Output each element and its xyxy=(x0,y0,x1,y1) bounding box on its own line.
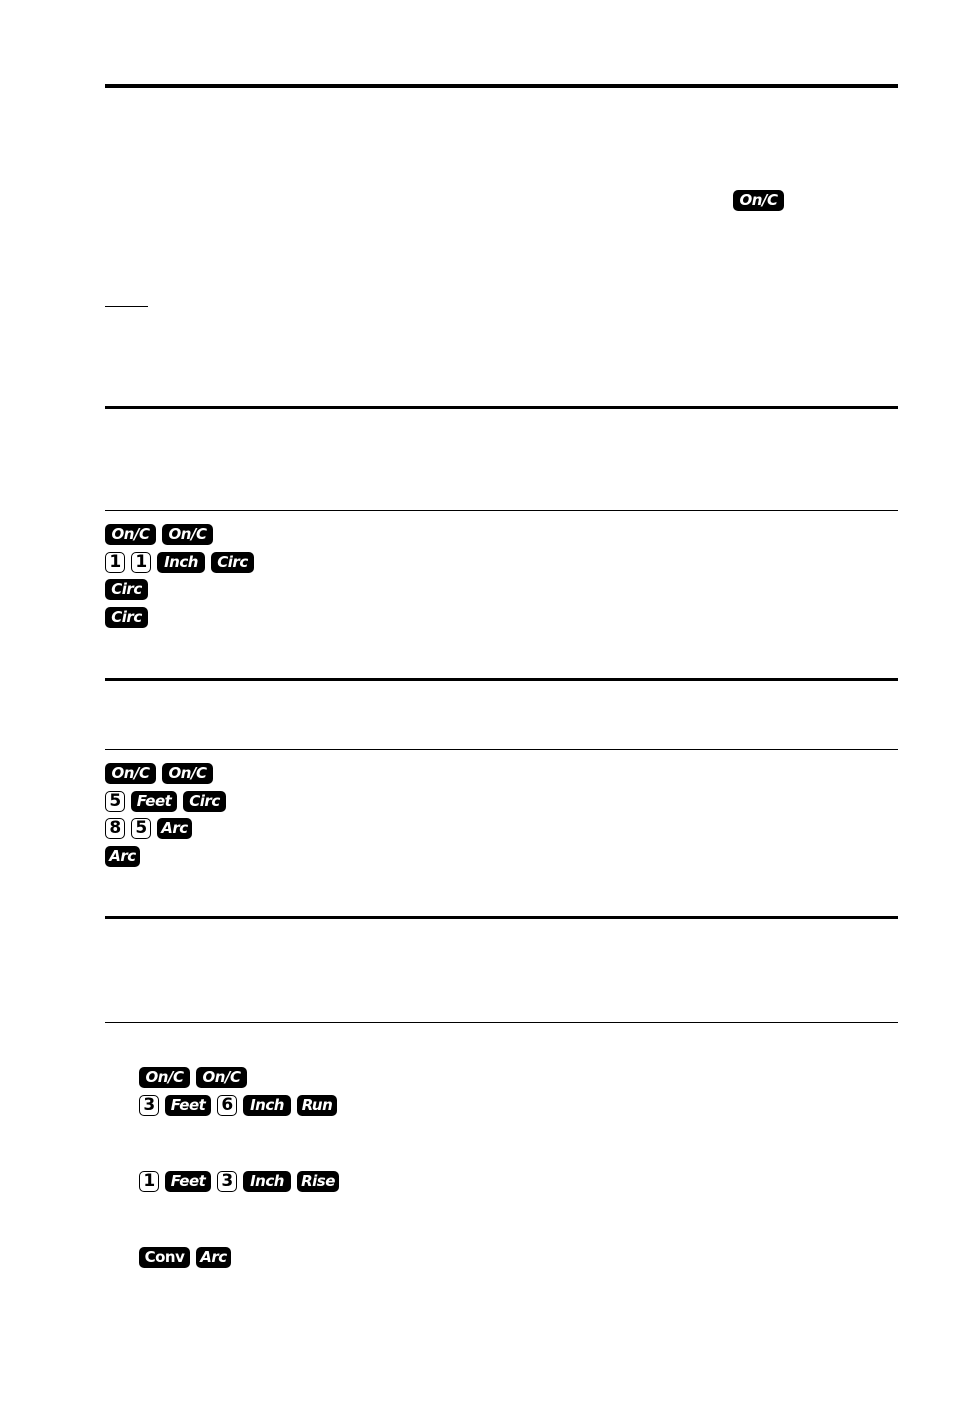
key-sequence-row: 5 Feet Circ xyxy=(105,790,226,812)
on-clear-key: On/C xyxy=(162,762,213,784)
digit-key: 3 xyxy=(139,1094,159,1116)
digit-key: 5 xyxy=(131,817,151,839)
key-sequence-row: 1 Feet 3 Inch Rise xyxy=(139,1170,339,1192)
circ-key: Circ xyxy=(183,790,226,812)
arc-key: Arc xyxy=(105,845,140,867)
circ-key: Circ xyxy=(105,578,148,600)
table-header-rule xyxy=(105,1022,898,1023)
feet-key: Feet xyxy=(131,790,177,812)
key-sequence-row: Arc xyxy=(105,845,140,867)
table-header-rule xyxy=(105,510,898,511)
digit-key: 8 xyxy=(105,817,125,839)
feet-key: Feet xyxy=(165,1170,211,1192)
key-sequence-row: 3 Feet 6 Inch Run xyxy=(139,1094,337,1116)
on-clear-key: On/C xyxy=(105,523,156,545)
header-rule xyxy=(105,84,898,88)
inch-key: Inch xyxy=(243,1094,291,1116)
section-rule xyxy=(105,916,898,919)
digit-key: 1 xyxy=(139,1170,159,1192)
inch-key: Inch xyxy=(243,1170,291,1192)
table-header-rule xyxy=(105,749,898,750)
digit-key: 5 xyxy=(105,790,125,812)
digit-key: 6 xyxy=(217,1094,237,1116)
circ-key: Circ xyxy=(105,606,148,628)
key-sequence-row: 1 1 Inch Circ xyxy=(105,551,254,573)
key-sequence-row: On/C On/C xyxy=(105,523,213,545)
circ-key: Circ xyxy=(211,551,254,573)
run-key: Run xyxy=(297,1094,337,1116)
key-sequence-row: Circ xyxy=(105,578,148,600)
digit-key: 1 xyxy=(105,551,125,573)
section-rule xyxy=(105,406,898,409)
section-rule xyxy=(105,678,898,681)
digit-key: 3 xyxy=(217,1170,237,1192)
on-clear-key: On/C xyxy=(196,1066,247,1088)
arc-key: Arc xyxy=(196,1246,231,1268)
on-clear-key: On/C xyxy=(139,1066,190,1088)
key-sequence-row: On/C On/C xyxy=(139,1066,247,1088)
note-underline xyxy=(105,306,148,307)
key-sequence-row: Circ xyxy=(105,606,148,628)
on-clear-key: On/C xyxy=(162,523,213,545)
inch-key: Inch xyxy=(157,551,205,573)
digit-key: 1 xyxy=(131,551,151,573)
on-clear-key: On/C xyxy=(105,762,156,784)
arc-key: Arc xyxy=(157,817,192,839)
key-sequence-row: On/C On/C xyxy=(105,762,213,784)
rise-key: Rise xyxy=(297,1170,339,1192)
key-sequence-row: 8 5 Arc xyxy=(105,817,192,839)
conv-key: Conv xyxy=(139,1246,190,1268)
key-sequence-row: Conv Arc xyxy=(139,1246,231,1268)
feet-key: Feet xyxy=(165,1094,211,1116)
on-clear-key-inline: On/C xyxy=(733,190,784,211)
